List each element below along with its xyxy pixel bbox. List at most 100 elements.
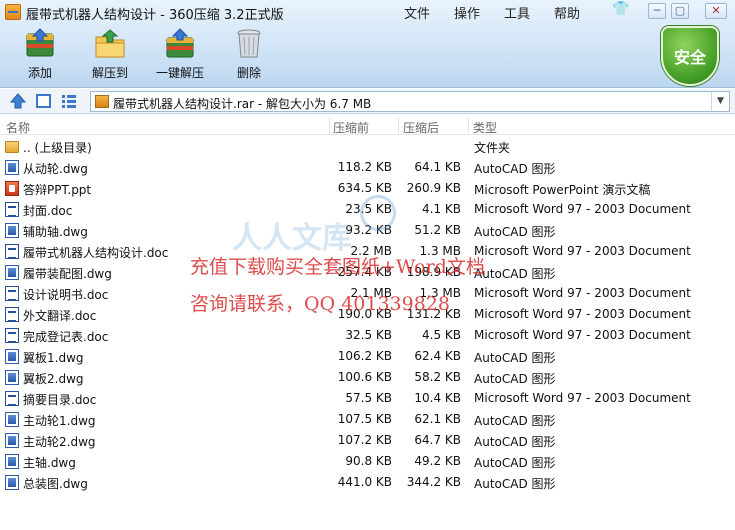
file-type: AutoCAD 图形 xyxy=(474,435,556,449)
file-row[interactable]: .. (上级目录) 文件夹 xyxy=(0,136,735,157)
minimize-button[interactable]: ─ xyxy=(648,3,666,19)
file-packed-size: 51.2 KB xyxy=(414,223,461,237)
add-button[interactable]: 添加 xyxy=(20,28,60,86)
skin-icon[interactable]: 👕 xyxy=(612,2,630,19)
folder-extract-icon xyxy=(93,28,127,60)
menu-operate[interactable]: 操作 xyxy=(454,3,480,22)
file-packed-size: 64.7 KB xyxy=(414,433,461,447)
column-divider[interactable] xyxy=(398,117,399,133)
file-row[interactable]: 摘要目录.doc 57.5 KB 10.4 KB Microsoft Word 97 … xyxy=(0,388,735,409)
file-row[interactable]: 主动轮2.dwg 107.2 KB 64.7 KB AutoCAD 图形 xyxy=(0,430,735,451)
watermark-line-1: 充值下载购买全套图纸+Word文档 xyxy=(190,256,485,278)
file-name: 主轴.dwg xyxy=(23,456,76,470)
window-title: 履带式机器人结构设计 - 360压缩 3.2正式版 xyxy=(26,8,284,23)
title-and-toolbar: 履带式机器人结构设计 - 360压缩 3.2正式版 文件 操作 工具 帮助 👕 … xyxy=(0,0,735,88)
file-size: 107.2 KB xyxy=(337,433,392,447)
menu-tools[interactable]: 工具 xyxy=(504,3,530,22)
file-packed-size: 58.2 KB xyxy=(414,370,461,384)
file-size: 441.0 KB xyxy=(337,475,392,489)
one-click-extract-button[interactable]: 一键解压 xyxy=(154,28,206,86)
one-click-extract-label: 一键解压 xyxy=(155,66,204,80)
file-size: 634.5 KB xyxy=(337,181,392,195)
file-type: AutoCAD 图形 xyxy=(474,477,556,491)
delete-button[interactable]: 删除 xyxy=(232,28,266,86)
file-name: 答辩PPT.ppt xyxy=(23,183,92,197)
file-row[interactable]: 主轴.dwg 90.8 KB 49.2 KB AutoCAD 图形 xyxy=(0,451,735,472)
doc-file-icon xyxy=(5,286,19,301)
file-packed-size: 62.1 KB xyxy=(414,412,461,426)
file-type: AutoCAD 图形 xyxy=(474,267,556,281)
maximize-button[interactable]: ▢ xyxy=(671,3,689,19)
file-name: 摘要目录.doc xyxy=(23,393,97,407)
menu-help[interactable]: 帮助 xyxy=(554,3,580,22)
file-name: 辅助轴.dwg xyxy=(23,225,88,239)
app-icon xyxy=(5,4,21,20)
file-type: Microsoft Word 97 - 2003 Document xyxy=(474,391,691,405)
archive-icon xyxy=(95,95,109,108)
doc-file-icon xyxy=(5,328,19,343)
column-packed-header[interactable]: 压缩后 xyxy=(403,119,439,136)
menu-file[interactable]: 文件 xyxy=(404,3,430,22)
close-button[interactable]: ✕ xyxy=(705,3,727,19)
doc-file-icon xyxy=(5,391,19,406)
file-row[interactable]: 翼板1.dwg 106.2 KB 62.4 KB AutoCAD 图形 xyxy=(0,346,735,367)
chevron-down-icon[interactable]: ▼ xyxy=(711,92,729,111)
dwg-file-icon xyxy=(5,349,19,364)
one-click-extract-icon xyxy=(163,28,197,60)
file-row[interactable]: 答辩PPT.ppt 634.5 KB 260.9 KB Microsoft Power… xyxy=(0,178,735,199)
column-size-header[interactable]: 压缩前 xyxy=(333,119,369,136)
up-arrow-icon[interactable] xyxy=(9,93,27,109)
title-bar: 履带式机器人结构设计 - 360压缩 3.2正式版 文件 操作 工具 帮助 👕 … xyxy=(0,0,735,24)
column-name-header[interactable]: 名称 xyxy=(6,119,30,136)
column-divider[interactable] xyxy=(468,117,469,133)
security-label: 安全 xyxy=(673,48,706,67)
file-name: 履带式机器人结构设计.doc xyxy=(23,246,169,260)
file-row[interactable]: 从动轮.dwg 118.2 KB 64.1 KB AutoCAD 图形 xyxy=(0,157,735,178)
extract-to-label: 解压到 xyxy=(91,66,128,80)
delete-label: 删除 xyxy=(236,66,261,80)
file-type: Microsoft Word 97 - 2003 Document xyxy=(474,286,691,300)
file-type: AutoCAD 图形 xyxy=(474,372,556,386)
column-divider[interactable] xyxy=(329,117,330,133)
watermark-logo: 人人文库 xyxy=(232,221,352,256)
file-size: 118.2 KB xyxy=(337,160,392,174)
file-row[interactable]: 总装图.dwg 441.0 KB 344.2 KB AutoCAD 图形 xyxy=(0,472,735,493)
file-packed-size: 344.2 KB xyxy=(406,475,461,489)
file-packed-size: 49.2 KB xyxy=(414,454,461,468)
file-size: 32.5 KB xyxy=(345,328,392,342)
list-view-icon[interactable] xyxy=(61,93,77,109)
file-row[interactable]: 翼板2.dwg 100.6 KB 58.2 KB AutoCAD 图形 xyxy=(0,367,735,388)
watermark-line-2: 咨询请联系，QQ 401339828 xyxy=(190,293,450,315)
file-type: AutoCAD 图形 xyxy=(474,351,556,365)
address-text: 履带式机器人结构设计.rar - 解包大小为 6.7 MB xyxy=(113,97,372,111)
file-name: .. (上级目录) xyxy=(23,141,92,155)
address-bar-row: 履带式机器人结构设计.rar - 解包大小为 6.7 MB ▼ xyxy=(0,89,735,114)
file-row[interactable]: 完成登记表.doc 32.5 KB 4.5 KB Microsoft Word 97 … xyxy=(0,325,735,346)
file-type: Microsoft Word 97 - 2003 Document xyxy=(474,202,691,216)
dwg-file-icon xyxy=(5,475,19,490)
watermark-circle xyxy=(360,195,396,231)
trash-icon xyxy=(232,28,266,60)
column-type-header[interactable]: 类型 xyxy=(473,119,497,136)
file-name: 翼板1.dwg xyxy=(23,351,84,365)
security-shield-button[interactable]: 安全 xyxy=(661,26,719,86)
file-type: Microsoft Word 97 - 2003 Document xyxy=(474,244,691,258)
file-packed-size: 10.4 KB xyxy=(414,391,461,405)
file-size: 57.5 KB xyxy=(345,391,392,405)
file-type: AutoCAD 图形 xyxy=(474,162,556,176)
file-name: 履带装配图.dwg xyxy=(23,267,112,281)
file-packed-size: 4.1 KB xyxy=(422,202,461,216)
file-packed-size: 64.1 KB xyxy=(414,160,461,174)
file-name: 主动轮2.dwg xyxy=(23,435,96,449)
file-size: 106.2 KB xyxy=(337,349,392,363)
extract-to-button[interactable]: 解压到 xyxy=(88,28,132,86)
dwg-file-icon xyxy=(5,433,19,448)
dwg-file-icon xyxy=(5,160,19,175)
file-name: 主动轮1.dwg xyxy=(23,414,96,428)
file-type: Microsoft PowerPoint 演示文稿 xyxy=(474,183,651,197)
thumbnail-view-icon[interactable] xyxy=(36,94,51,108)
address-field[interactable]: 履带式机器人结构设计.rar - 解包大小为 6.7 MB ▼ xyxy=(90,91,730,112)
file-packed-size: 4.5 KB xyxy=(422,328,461,342)
file-row[interactable]: 主动轮1.dwg 107.5 KB 62.1 KB AutoCAD 图形 xyxy=(0,409,735,430)
file-packed-size: 260.9 KB xyxy=(406,181,461,195)
